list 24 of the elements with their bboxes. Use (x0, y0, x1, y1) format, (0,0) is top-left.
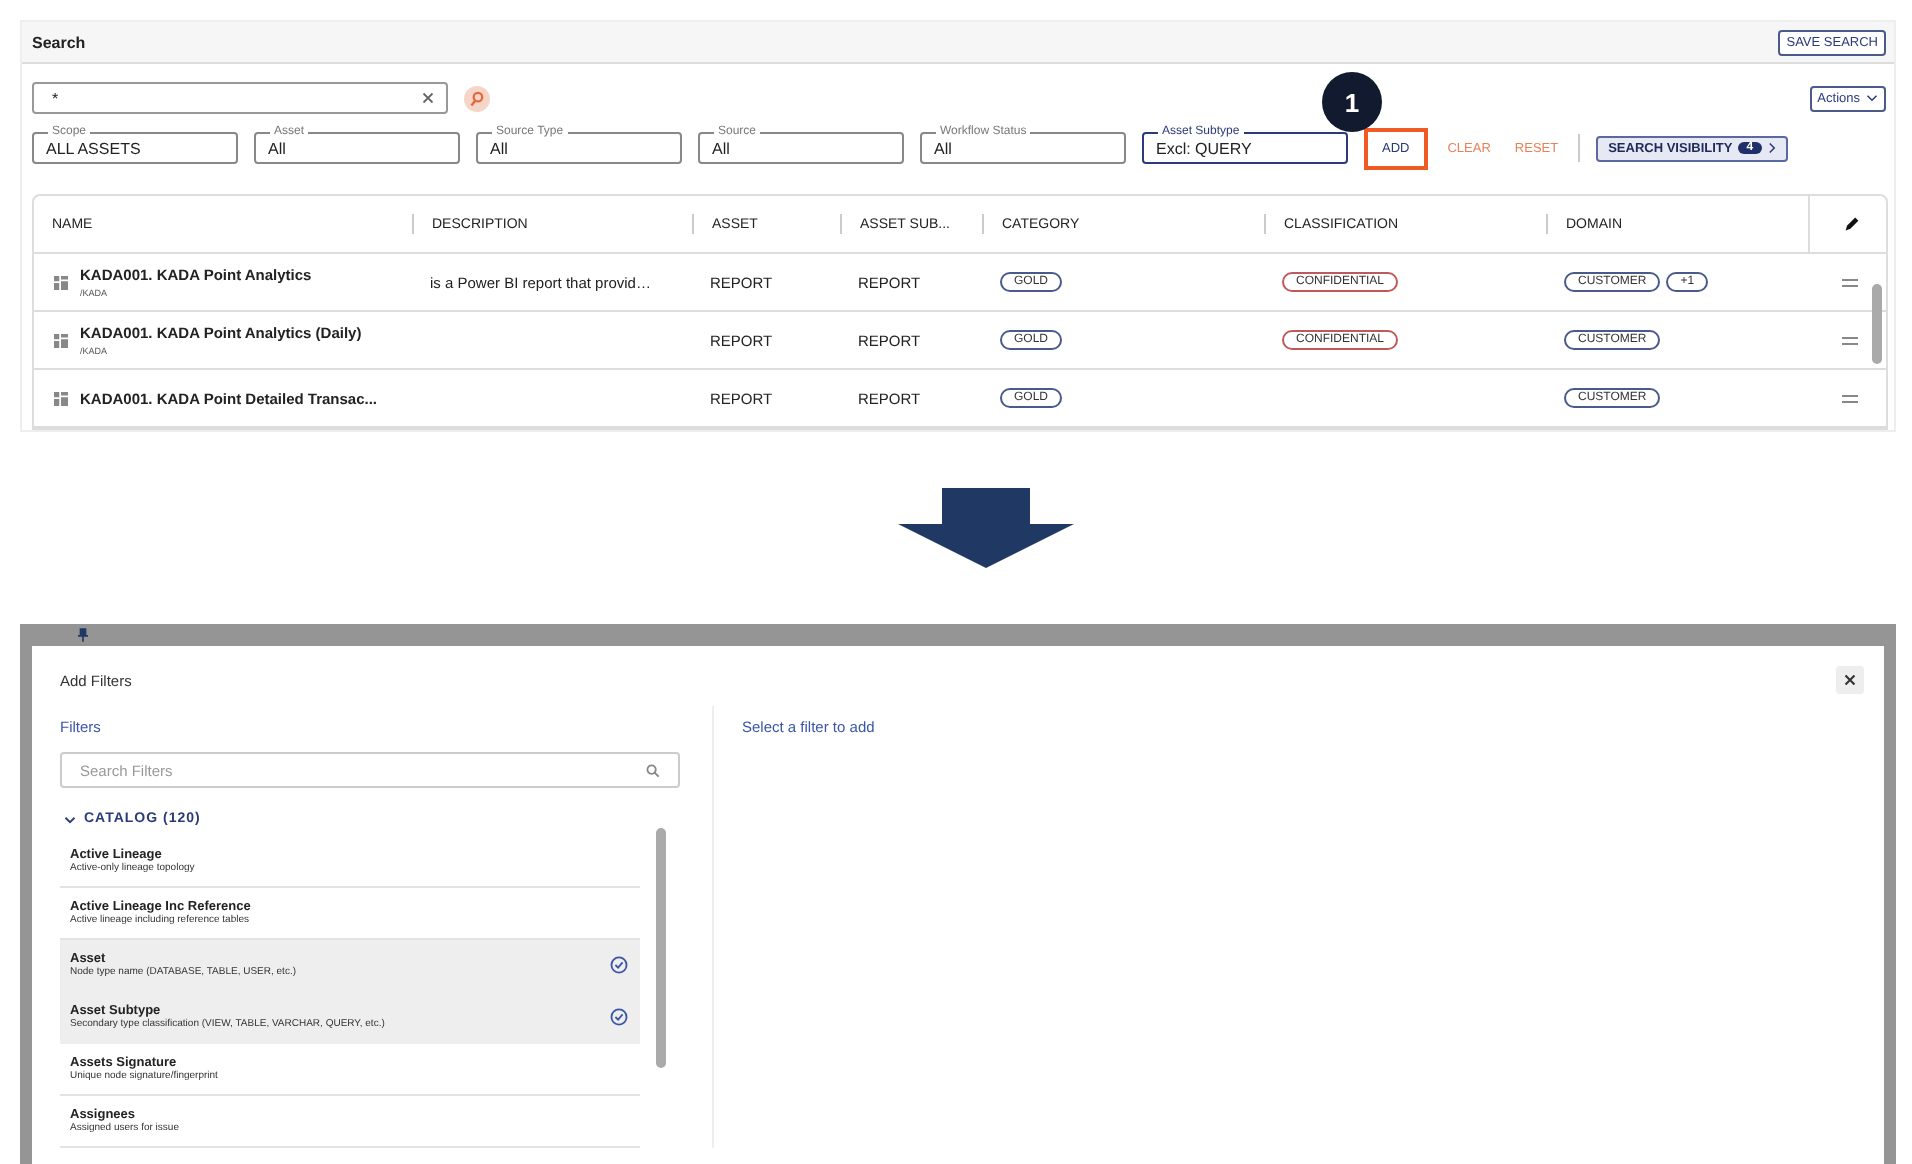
clear-icon[interactable] (422, 92, 434, 104)
pencil-icon[interactable] (1843, 216, 1859, 232)
search-icon (646, 763, 660, 777)
report-icon (54, 391, 68, 405)
scrollbar[interactable] (1872, 284, 1882, 364)
pin-icon (78, 628, 88, 642)
page-title: Search (32, 33, 86, 51)
chevron-down-icon (1866, 94, 1878, 102)
chevron-right-icon (1767, 142, 1776, 154)
search-assist-icon[interactable] (464, 85, 490, 111)
chevron-icon (64, 815, 76, 823)
scrollbar[interactable] (656, 828, 666, 1068)
drag-handle-icon[interactable] (1842, 393, 1858, 403)
close-icon (1844, 674, 1856, 686)
report-icon (54, 333, 68, 347)
check-circle-icon (610, 1008, 628, 1026)
drag-handle-icon[interactable] (1842, 277, 1858, 287)
close-button[interactable] (1836, 666, 1864, 694)
down-arrow-icon (898, 488, 1074, 568)
search-field[interactable]: * (32, 82, 448, 114)
drag-handle-icon[interactable] (1842, 335, 1858, 345)
check-circle-icon (610, 956, 628, 974)
step-number-badge: 1 (1322, 72, 1382, 132)
report-icon (54, 275, 68, 289)
